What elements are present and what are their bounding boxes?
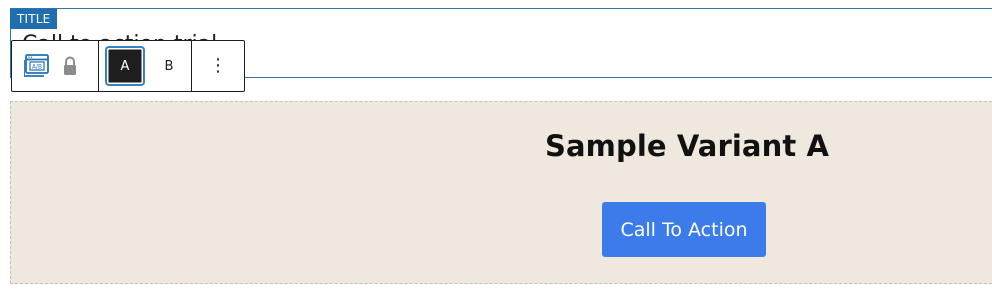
variant-a-button[interactable]: A	[107, 48, 143, 84]
variant-heading: Sample Variant A	[545, 129, 830, 163]
variant-content-block[interactable]: Sample Variant A Call To Action	[10, 101, 992, 284]
variant-b-button[interactable]: B	[151, 48, 187, 84]
variant-switcher: A B	[99, 41, 192, 91]
options-group: ⋮	[192, 41, 244, 91]
more-options-icon[interactable]: ⋮	[209, 57, 227, 75]
title-tag: TITLE	[10, 9, 58, 29]
lock-icon[interactable]	[62, 55, 78, 77]
svg-text:A/B: A/B	[32, 64, 42, 70]
ab-test-block-icon[interactable]: A/B	[24, 54, 50, 78]
block-type-group: A/B	[12, 41, 99, 91]
call-to-action-button[interactable]: Call To Action	[602, 202, 766, 257]
block-toolbar: A/B A B ⋮	[11, 40, 245, 92]
